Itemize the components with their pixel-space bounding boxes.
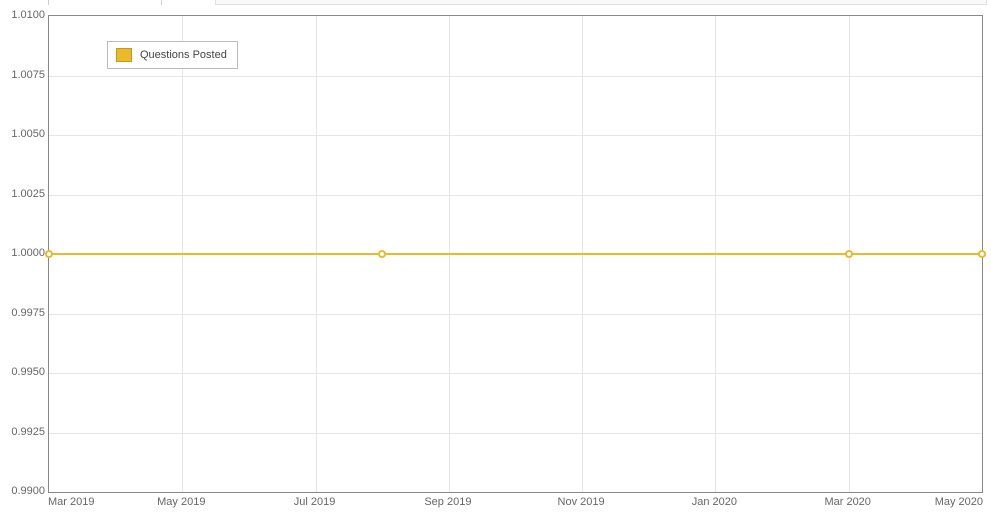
legend-label: Questions Posted [140,49,227,61]
y-tick-label: 1.0100 [11,9,45,21]
series-line [49,253,982,255]
plot-area: Questions Posted [48,15,983,493]
grid-h [49,433,982,434]
grid-h [49,135,982,136]
y-tick-label: 1.0025 [11,188,45,200]
y-tick-label: 1.0050 [11,128,45,140]
data-point[interactable] [845,250,853,258]
legend-swatch [116,48,132,62]
y-tick-label: 0.9900 [11,485,45,497]
y-tick-label: 1.0000 [11,247,45,259]
legend: Questions Posted [107,41,238,69]
grid-h [49,195,982,196]
x-tick-label: Jul 2019 [294,496,336,508]
data-point[interactable] [978,250,986,258]
data-point[interactable] [45,250,53,258]
y-tick-label: 1.0075 [11,69,45,81]
grid-h [49,314,982,315]
y-tick-label: 0.9925 [11,426,45,438]
grid-h [49,76,982,77]
y-tick-label: 0.9950 [11,366,45,378]
y-tick-label: 0.9975 [11,307,45,319]
x-tick-label: Jan 2020 [692,496,737,508]
x-tick-label: May 2020 [935,496,983,508]
chart-area: Questions Posted 1.0100 1.0075 1.0050 1.… [0,0,991,516]
x-tick-label: Mar 2020 [824,496,870,508]
grid-h [49,373,982,374]
x-tick-label: May 2019 [157,496,205,508]
x-tick-label: Sep 2019 [424,496,471,508]
data-point[interactable] [378,250,386,258]
x-tick-label: Nov 2019 [558,496,605,508]
x-tick-label: Mar 2019 [48,496,94,508]
